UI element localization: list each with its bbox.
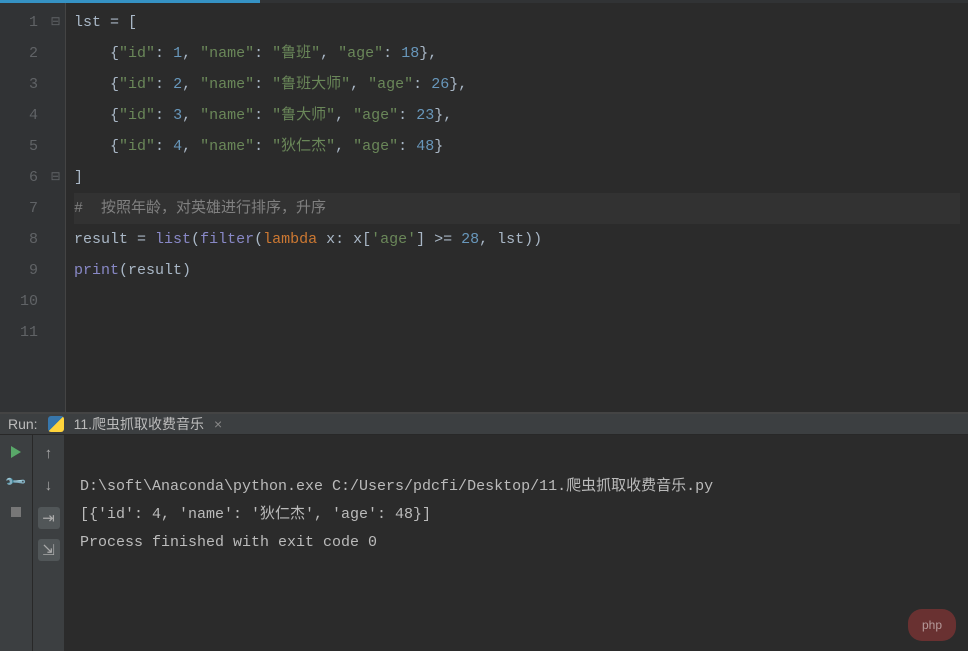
- code-text: =: [128, 231, 155, 248]
- code-text: 4: [173, 138, 182, 155]
- scroll-to-end-button[interactable]: ⇲: [38, 539, 60, 561]
- code-text: = [: [101, 14, 137, 31]
- code-text: 3: [173, 107, 182, 124]
- run-header: Run: 11.爬虫抓取收费音乐 ×: [0, 414, 968, 435]
- code-text: filter: [200, 231, 254, 248]
- code-area[interactable]: lst = [ {"id": 1, "name": "鲁班", "age": 1…: [66, 3, 968, 412]
- run-toolbar-primary: 🔧: [0, 435, 32, 651]
- code-text: 26: [431, 76, 449, 93]
- line-number: 6: [0, 162, 46, 193]
- code-text: (result): [119, 262, 191, 279]
- code-text: , lst)): [479, 231, 542, 248]
- code-text: "鲁大师": [272, 107, 335, 124]
- stop-button[interactable]: [7, 503, 25, 521]
- line-number: 5: [0, 131, 46, 162]
- fold-open-icon[interactable]: ⊟: [46, 7, 65, 38]
- line-number: 11: [0, 317, 46, 348]
- line-number: 4: [0, 100, 46, 131]
- rerun-button[interactable]: [7, 443, 25, 461]
- code-text: "鲁班": [272, 45, 320, 62]
- code-text: list: [155, 231, 191, 248]
- stop-icon: [11, 507, 21, 517]
- run-tab-title[interactable]: 11.爬虫抓取收费音乐: [74, 414, 204, 434]
- scroll-up-button[interactable]: ↑: [38, 443, 60, 465]
- line-gutter: 1 2 3 4 5 6 7 8 9 10 11: [0, 3, 46, 412]
- line-number: 7: [0, 193, 46, 224]
- fold-close-icon[interactable]: ⊟: [46, 162, 65, 193]
- code-text: lst: [74, 14, 101, 31]
- console-output[interactable]: D:\soft\Anaconda\python.exe C:/Users/pdc…: [64, 435, 968, 651]
- watermark-badge: php: [908, 609, 956, 641]
- code-text: print: [74, 262, 119, 279]
- close-tab-icon[interactable]: ×: [214, 416, 222, 432]
- line-number: 10: [0, 286, 46, 317]
- console-line: [{'id': 4, 'name': '狄仁杰', 'age': 48}]: [80, 501, 952, 529]
- code-text: 28: [461, 231, 479, 248]
- code-text: lambda: [263, 231, 317, 248]
- run-panel: Run: 11.爬虫抓取收费音乐 × 🔧 ↑ ↓ ⇥ ⇲ D:\soft\Ana…: [0, 414, 968, 598]
- code-text: 1: [173, 45, 182, 62]
- code-text: 'age': [371, 231, 416, 248]
- code-text: 2: [173, 76, 182, 93]
- line-number: 1: [0, 7, 46, 38]
- console-line: D:\soft\Anaconda\python.exe C:/Users/pdc…: [80, 473, 952, 501]
- python-icon: [48, 416, 64, 432]
- code-comment: # 按照年龄，对英雄进行排序，升序: [74, 200, 326, 217]
- code-text: 48: [416, 138, 434, 155]
- code-text: "鲁班大师": [272, 76, 350, 93]
- code-text: result: [74, 231, 128, 248]
- line-number: 8: [0, 224, 46, 255]
- code-text: ,: [443, 107, 452, 124]
- run-toolbar-secondary: ↑ ↓ ⇥ ⇲: [32, 435, 64, 651]
- code-editor[interactable]: 1 2 3 4 5 6 7 8 9 10 11 ⊟ ⊟ lst = [ {"id…: [0, 3, 968, 412]
- code-text: ] >=: [416, 231, 461, 248]
- code-text: 23: [416, 107, 434, 124]
- soft-wrap-button[interactable]: ⇥: [38, 507, 60, 529]
- code-text: x: x[: [317, 231, 371, 248]
- settings-button[interactable]: 🔧: [3, 469, 28, 494]
- console-line: Process finished with exit code 0: [80, 529, 952, 557]
- line-number: 3: [0, 69, 46, 100]
- run-label: Run:: [8, 416, 38, 432]
- line-number: 2: [0, 38, 46, 69]
- code-text: 18: [401, 45, 419, 62]
- scroll-down-button[interactable]: ↓: [38, 475, 60, 497]
- play-icon: [11, 446, 21, 458]
- code-text: ,: [458, 76, 467, 93]
- code-text: ]: [74, 169, 83, 186]
- fold-column[interactable]: ⊟ ⊟: [46, 3, 66, 412]
- line-number: 9: [0, 255, 46, 286]
- code-text: "狄仁杰": [272, 138, 335, 155]
- code-text: ,: [428, 45, 437, 62]
